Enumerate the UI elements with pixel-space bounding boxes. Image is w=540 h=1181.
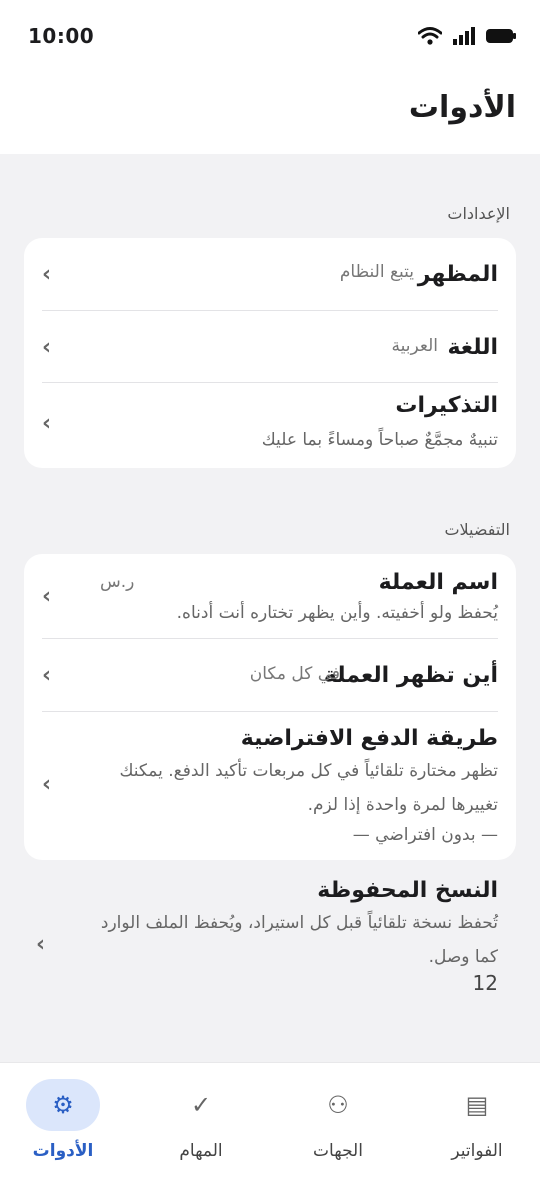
- currency-name-subtitle: يُحفظ ولو أخفيته. وأين يظهر تختاره أنت أ…: [176, 603, 498, 623]
- appearance-row[interactable]: المظهر يتبع النظام ‹: [42, 238, 498, 310]
- currency-position-value: في كل مكان: [249, 664, 340, 684]
- nav-tasks[interactable]: ✓ المهام: [141, 1079, 261, 1161]
- nav-contacts-label: الجهات: [313, 1141, 363, 1161]
- wifi-icon: [418, 27, 442, 45]
- preferences-card: اسم العملة ر.س يُحفظ ولو أخفيته. وأين يظ…: [24, 554, 516, 860]
- nav-invoices-icon-wrap: ▤: [440, 1079, 514, 1131]
- section-header-preferences: التفضيلات: [444, 520, 510, 539]
- default-payment-title: طريقة الدفع الافتراضية: [240, 726, 498, 751]
- default-payment-subtitle-line1: تظهر مختارة تلقائياً في كل مربعات تأكيد …: [119, 761, 498, 781]
- nav-invoices[interactable]: ▤ الفواتير: [417, 1079, 537, 1161]
- chevron-left-icon: ‹: [36, 932, 46, 957]
- reminders-row[interactable]: التذكيرات تنبيهٌ مجمَّعٌ صباحاً ومساءً ب…: [42, 383, 498, 468]
- nav-tasks-icon-wrap: ✓: [164, 1079, 238, 1131]
- backups-row[interactable]: النسخ المحفوظة تُحفظ نسخة تلقائياً قبل ك…: [36, 870, 498, 1000]
- nav-tools-highlight: ⚙: [26, 1079, 100, 1131]
- currency-position-row[interactable]: أين تظهر العملة في كل مكان ‹: [42, 639, 498, 711]
- header-bar: الأدوات: [0, 72, 540, 154]
- language-title: اللغة: [447, 335, 498, 360]
- status-icons: [418, 26, 516, 46]
- invoice-icon: ▤: [465, 1091, 489, 1119]
- section-header-settings: الإعدادات: [447, 204, 510, 223]
- language-value: العربية: [391, 336, 438, 356]
- checkmark-icon: ✓: [190, 1091, 212, 1119]
- currency-position-title: أين تظهر العملة: [323, 663, 498, 688]
- chevron-left-icon: ‹: [42, 411, 52, 436]
- status-bar: 10:00: [0, 0, 540, 72]
- contacts-icon: ⚇: [327, 1091, 349, 1119]
- chevron-left-icon: ‹: [42, 663, 52, 688]
- nav-tasks-label: المهام: [179, 1141, 223, 1161]
- chevron-left-icon: ‹: [42, 262, 52, 287]
- currency-name-title: اسم العملة: [378, 570, 498, 595]
- nav-tools-label: الأدوات: [32, 1141, 94, 1161]
- nav-tools[interactable]: ⚙ الأدوات: [3, 1079, 123, 1161]
- backups-subtitle-line1: تُحفظ نسخة تلقائياً قبل كل استيراد، ويُح…: [100, 913, 498, 933]
- settings-card: المظهر يتبع النظام ‹ اللغة العربية ‹ الت…: [24, 238, 516, 468]
- default-payment-row[interactable]: طريقة الدفع الافتراضية تظهر مختارة تلقائ…: [42, 712, 498, 860]
- page-title: الأدوات: [408, 90, 516, 125]
- language-row[interactable]: اللغة العربية ‹: [42, 311, 498, 383]
- nav-invoices-label: الفواتير: [451, 1141, 503, 1161]
- appearance-title: المظهر: [417, 262, 498, 287]
- backups-count: 12: [472, 971, 498, 995]
- gear-icon: ⚙: [52, 1091, 74, 1119]
- default-payment-value: — بدون افتراضي —: [352, 825, 498, 845]
- nav-contacts[interactable]: ⚇ الجهات: [278, 1079, 398, 1161]
- battery-icon: [486, 29, 516, 43]
- chevron-left-icon: ‹: [42, 772, 52, 797]
- reminders-title: التذكيرات: [395, 393, 498, 418]
- currency-name-row[interactable]: اسم العملة ر.س يُحفظ ولو أخفيته. وأين يظ…: [42, 554, 498, 638]
- default-payment-subtitle-line2: تغييرها لمرة واحدة إذا لزم.: [307, 795, 498, 815]
- currency-name-value: ر.س: [100, 572, 135, 592]
- bottom-nav: ⚙ الأدوات ✓ المهام ⚇ الجهات ▤ الفواتير: [0, 1062, 540, 1181]
- nav-contacts-icon-wrap: ⚇: [301, 1079, 375, 1131]
- chevron-left-icon: ‹: [42, 335, 52, 360]
- status-time: 10:00: [28, 24, 95, 48]
- signal-icon: [453, 27, 475, 45]
- backups-title: النسخ المحفوظة: [317, 878, 498, 903]
- chevron-left-icon: ‹: [42, 584, 52, 609]
- appearance-value: يتبع النظام: [339, 262, 414, 282]
- reminders-subtitle: تنبيهٌ مجمَّعٌ صباحاً ومساءً بما عليك: [261, 430, 498, 450]
- settings-content[interactable]: الإعدادات المظهر يتبع النظام ‹ اللغة الع…: [0, 154, 540, 1063]
